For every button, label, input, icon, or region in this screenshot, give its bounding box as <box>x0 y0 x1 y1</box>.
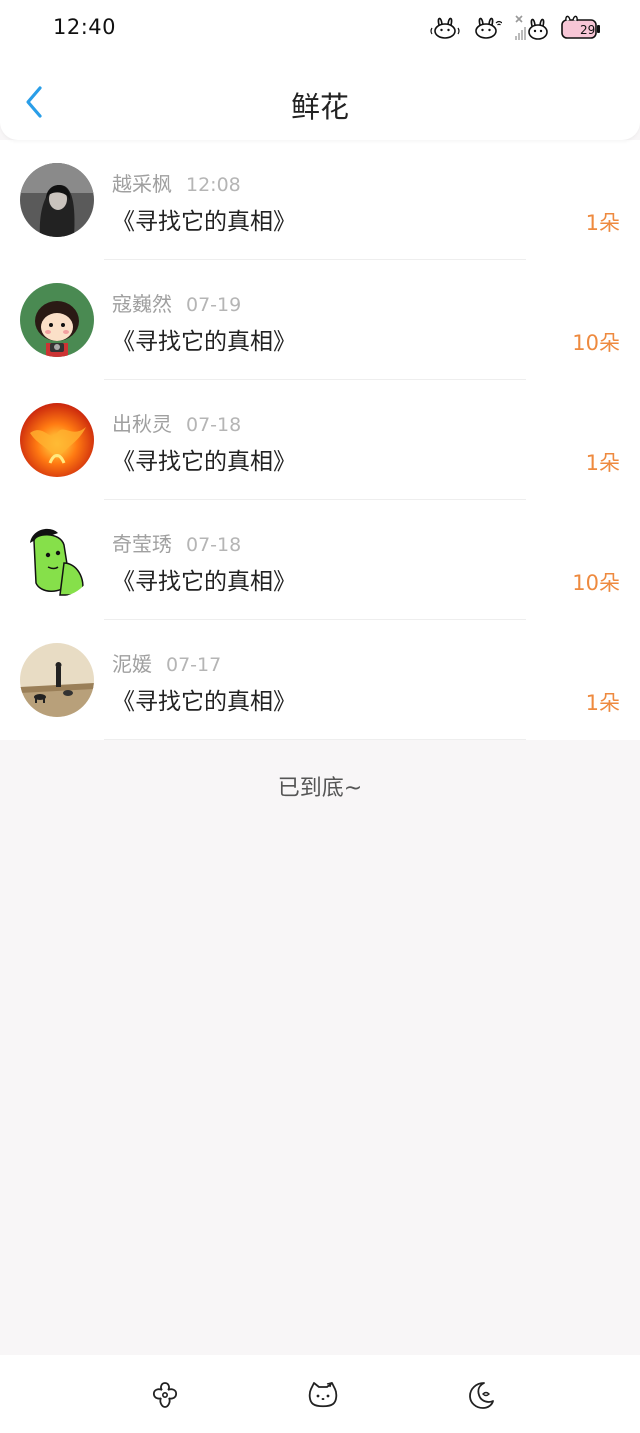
header: 鲜花 <box>0 58 640 140</box>
list-item[interactable]: 出秋灵 07-18 《寻找它的真相》 1朵 <box>0 380 640 500</box>
bunny-signal-icon <box>515 15 548 40</box>
flower-amount: 1朵 <box>585 211 620 235</box>
list-item[interactable]: 奇莹琇 07-18 《寻找它的真相》 10朵 <box>0 500 640 620</box>
avatar-image <box>20 523 94 597</box>
avatar-image <box>20 403 94 477</box>
avatar-image <box>20 643 94 717</box>
sender-name: 出秋灵 <box>112 412 172 436</box>
sender-name: 泥媛 <box>112 652 152 676</box>
sender-meta: 寇巍然 07-19 <box>112 288 241 317</box>
divider <box>104 739 526 740</box>
sender-name: 奇莹琇 <box>112 532 172 556</box>
status-bar: 12:40 29 <box>0 0 640 58</box>
send-time: 07-17 <box>166 654 222 676</box>
flower-amount: 1朵 <box>585 691 620 715</box>
svg-text:29: 29 <box>580 23 595 37</box>
send-time: 07-19 <box>186 294 242 316</box>
moon-nav-button[interactable] <box>465 1379 497 1411</box>
send-time: 07-18 <box>186 534 242 556</box>
book-title: 《寻找它的真相》 <box>112 689 296 715</box>
avatar-image <box>20 283 94 357</box>
send-time: 07-18 <box>186 414 242 436</box>
list-item[interactable]: 泥媛 07-17 《寻找它的真相》 1朵 <box>0 620 640 740</box>
list-item[interactable]: 越采枫 12:08 《寻找它的真相》 1朵 <box>0 140 640 260</box>
sender-meta: 出秋灵 07-18 <box>112 408 241 437</box>
bottom-nav-bar <box>0 1355 640 1433</box>
book-title: 《寻找它的真相》 <box>112 209 296 235</box>
sender-meta: 奇莹琇 07-18 <box>112 528 241 557</box>
sender-name: 越采枫 <box>112 172 172 196</box>
bunny-battery-icon: 29 <box>561 15 600 39</box>
avatar[interactable] <box>20 403 94 477</box>
kitty-nav-button[interactable] <box>307 1379 339 1411</box>
avatar[interactable] <box>20 523 94 597</box>
hello-kitty-icon <box>308 1382 338 1408</box>
flower-amount: 10朵 <box>572 331 620 355</box>
sender-name: 寇巍然 <box>112 292 172 316</box>
sender-meta: 泥媛 07-17 <box>112 648 221 677</box>
flower-amount: 10朵 <box>572 571 620 595</box>
book-title: 《寻找它的真相》 <box>112 329 296 355</box>
bunny-wifi-icon <box>475 17 502 39</box>
book-title: 《寻找它的真相》 <box>112 449 296 475</box>
status-icons: 29 <box>430 14 602 42</box>
send-time: 12:08 <box>186 174 241 196</box>
list-item[interactable]: 寇巍然 07-19 《寻找它的真相》 10朵 <box>0 260 640 380</box>
status-time: 12:40 <box>53 15 117 39</box>
avatar-image <box>20 163 94 237</box>
avatar[interactable] <box>20 283 94 357</box>
flower-amount: 1朵 <box>585 451 620 475</box>
book-title: 《寻找它的真相》 <box>112 569 296 595</box>
end-of-list-text: 已到底~ <box>277 776 363 801</box>
bunny-sound-icon <box>430 17 460 39</box>
avatar[interactable] <box>20 643 94 717</box>
flower-icon <box>152 1382 178 1408</box>
flower-nav-button[interactable] <box>149 1379 181 1411</box>
flower-list: 越采枫 12:08 《寻找它的真相》 1朵 寇巍然 07-19 《寻找它的真相》 1… <box>0 140 640 740</box>
page-title: 鲜花 <box>290 90 349 124</box>
avatar[interactable] <box>20 163 94 237</box>
sender-meta: 越采枫 12:08 <box>112 168 241 197</box>
moon-icon <box>469 1382 494 1409</box>
